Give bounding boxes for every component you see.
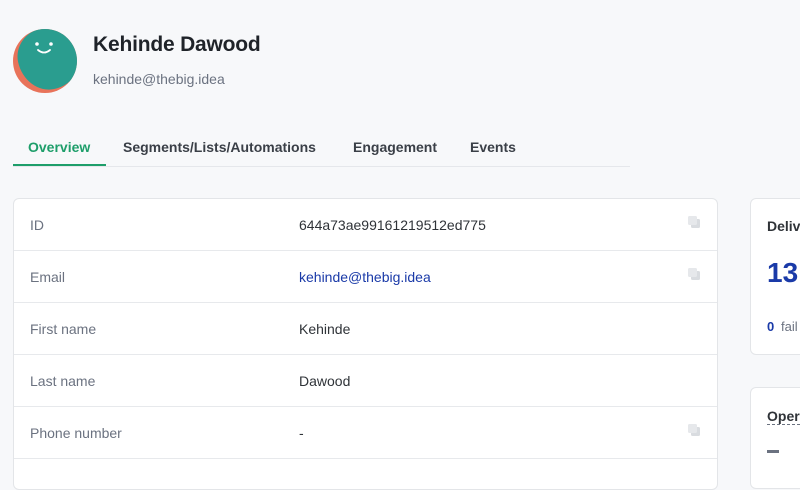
detail-label: ID [30,217,44,233]
delivered-title: Deliv [767,218,800,234]
detail-row-id: ID 644a73ae99161219512ed775 [14,199,717,251]
tab-segments-lists-automations[interactable]: Segments/Lists/Automations [123,139,316,165]
detail-label: Phone number [30,425,122,441]
smiley-icon [35,42,53,54]
avatar [13,29,77,93]
email-link[interactable]: kehinde@thebig.idea [299,269,431,285]
copy-icon[interactable] [687,215,701,229]
tab-engagement[interactable]: Engagement [353,139,437,165]
detail-value: 644a73ae99161219512ed775 [299,217,486,233]
detail-label: First name [30,321,97,337]
profile-name: Kehinde Dawood [93,33,261,56]
detail-row-first-name: First name Kehinde [14,303,717,355]
failed-count: 0 [767,319,775,334]
tab-events[interactable]: Events [470,139,516,165]
opens-value [767,450,779,453]
delivered-value: 13 [767,257,799,288]
detail-label: Last name [30,373,96,389]
detail-label: Email [30,269,66,285]
detail-row-email: Email kehinde@thebig.idea [14,251,717,303]
active-tab-indicator [13,164,106,166]
copy-icon[interactable] [687,423,701,437]
profile-tabs: Overview Segments/Lists/Automations Enga… [13,131,630,167]
failed-label: fail [781,319,798,334]
opens-title[interactable]: Oper [767,408,800,425]
detail-value: Dawood [299,373,351,389]
detail-row-last-name: Last name Dawood [14,355,717,407]
detail-row-phone-number: Phone number - [14,407,717,459]
tab-overview[interactable]: Overview [28,139,90,165]
details-card: ID 644a73ae99161219512ed775 Email kehind… [13,198,718,490]
opens-card: Oper [750,387,800,489]
detail-value: Kehinde [299,321,351,337]
copy-icon[interactable] [687,267,701,281]
delivered-card: Deliv 13 0 fail [750,198,800,355]
detail-value: - [299,425,304,441]
profile-email: kehinde@thebig.idea [93,71,225,87]
